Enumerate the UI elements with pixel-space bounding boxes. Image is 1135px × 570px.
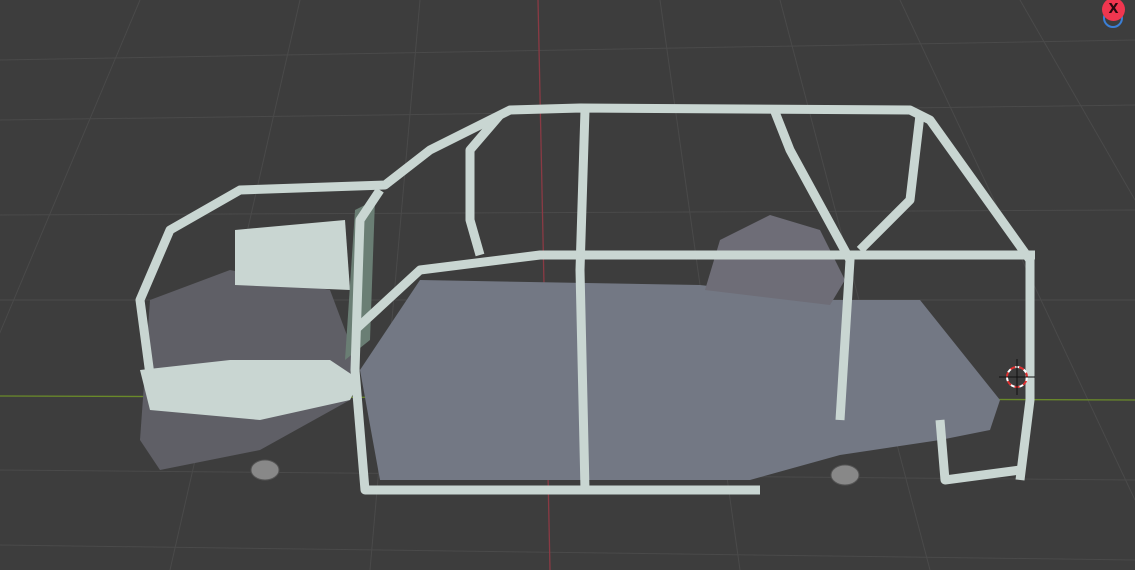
car-body-model[interactable] [135, 103, 1035, 495]
wheel-rear [830, 464, 860, 486]
car-floor [360, 280, 1000, 480]
tank [235, 220, 350, 290]
wheel-front [250, 459, 280, 481]
3d-viewport[interactable] [0, 0, 1135, 570]
rear-wheel-arch [705, 215, 845, 305]
